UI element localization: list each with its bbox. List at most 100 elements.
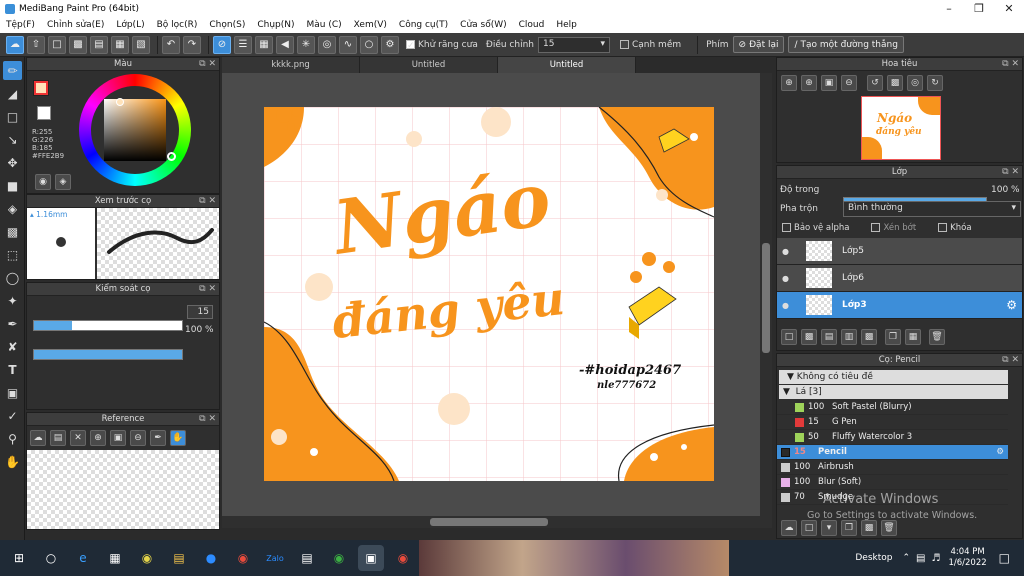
text-tool-icon[interactable]: T [3,360,22,379]
dot-tool-icon[interactable]: □ [3,107,22,126]
tab-untitled-1[interactable]: Untitled [360,57,498,73]
chrome-profile-icon[interactable]: ◉ [390,545,416,571]
brush-opacity-slider[interactable] [33,349,183,360]
tab-kkkk[interactable]: kkkk.png [222,57,360,73]
menu-edit[interactable]: Chỉnh sửa(E) [41,20,110,30]
vertical-scroll-thumb[interactable] [762,243,770,353]
panel-popout-icon[interactable]: ⧉ ✕ [1002,166,1019,178]
delete-layer-icon[interactable]: 🗑 [929,329,945,345]
reference-view[interactable] [27,450,219,529]
minimize-button[interactable]: – [934,2,964,15]
store-icon[interactable]: ▦ [102,545,128,571]
brush-folder-header[interactable]: ▼ Lá [3] [779,385,1008,399]
brush-tool-icon[interactable]: ✏ [3,61,22,80]
new-1bit-layer-icon[interactable]: ▥ [841,329,857,345]
hue-handle[interactable] [167,152,176,161]
eraser-tool-icon[interactable]: ◢ [3,84,22,103]
new-layer-icon[interactable]: □ [781,329,797,345]
flip-icon[interactable]: ▩ [887,75,903,91]
maximize-button[interactable]: ❐ [964,2,994,15]
menu-cloud[interactable]: Cloud [513,20,551,30]
tab-untitled-2[interactable]: Untitled [498,57,636,73]
move-tool-icon[interactable]: ✥ [3,153,22,172]
sharp-edges-checkbox[interactable] [619,39,629,49]
delete-brush-icon[interactable]: 🗑 [881,520,897,536]
reset-rotation-icon[interactable]: ◎ [907,75,923,91]
panel-popout-icon[interactable]: ⧉ ✕ [199,283,216,295]
menu-view[interactable]: Xem(V) [348,20,393,30]
visibility-icon[interactable]: ● [777,301,794,310]
select-eraser-icon[interactable]: ✘ [3,337,22,356]
cloud-icon[interactable]: ☁ [6,35,24,54]
menu-layer[interactable]: Lớp(L) [110,20,150,30]
shape-tool-icon[interactable]: ■ [3,176,22,195]
lasso-tool-icon[interactable]: ◯ [3,268,22,287]
visibility-icon[interactable]: ● [777,247,794,256]
windows-start-icon[interactable]: ⊞ [6,545,32,571]
add-brush-icon[interactable]: □ [801,520,817,536]
duplicate-layer-icon[interactable]: ❐ [885,329,901,345]
brush-item[interactable]: 100 Blur (Soft) [777,475,1008,490]
brush-folder-icon[interactable]: ▩ [861,520,877,536]
network-icon[interactable]: ▤ [916,553,925,564]
brush-size-field[interactable]: 15 [187,305,213,319]
hand-tool-icon[interactable]: ✋ [3,452,22,471]
horizontal-scroll-thumb[interactable] [430,518,548,526]
fit-icon[interactable]: ▣ [110,430,126,446]
clipping-toggle[interactable]: Xén bớt [871,223,916,233]
redo-icon[interactable]: ↷ [183,35,201,54]
circle-snap-icon[interactable]: ◎ [318,35,336,54]
edge-icon[interactable]: e [70,545,96,571]
brush-menu-icon[interactable]: ▾ [821,520,837,536]
grid-view-icon[interactable]: ▦ [111,35,129,54]
page-icon[interactable]: ▤ [90,35,108,54]
menu-help[interactable]: Help [550,20,583,30]
comment-icon[interactable]: □ [48,35,66,54]
menu-file[interactable]: Tệp(F) [0,20,41,30]
navigator-thumbnail[interactable]: Ngáo đáng yêu [861,96,941,160]
fit-icon[interactable]: ▣ [821,75,837,91]
layer-row[interactable]: ● Lớp6 [777,265,1022,292]
saturation-value-square[interactable] [104,99,166,161]
vertical-scrollbar[interactable] [760,73,772,516]
blend-mode-select[interactable]: Bình thường ▾ [843,201,1021,217]
lock-checkbox[interactable] [938,223,948,232]
layer-row[interactable]: ● Lớp5 [777,238,1022,265]
zoom-in-icon[interactable]: ⊕ [781,75,797,91]
antialias-checkbox[interactable]: ✓ [406,39,415,51]
perspective-snap-icon[interactable]: ◀ [276,35,294,54]
snap-off-icon[interactable]: ⊘ [213,35,231,54]
visibility-icon[interactable]: ● [777,274,794,283]
zoom-icon[interactable]: ● [198,545,224,571]
panel-popout-icon[interactable]: ⧉ ✕ [199,195,216,207]
color-handle[interactable] [116,98,124,106]
brush-item[interactable]: 15 G Pen [777,415,1008,430]
cloud-brush-icon[interactable]: ☁ [781,520,797,536]
brush-item[interactable]: 100 Soft Pastel (Blurry) [777,400,1008,415]
undo-icon[interactable]: ↶ [162,35,180,54]
zoom-fit-icon[interactable]: ⊕ [801,75,817,91]
protect-alpha-checkbox[interactable] [782,223,791,232]
correction-select[interactable]: 15 ▾ [537,36,610,53]
select-pen-icon[interactable]: ✒ [3,314,22,333]
horizontal-scrollbar[interactable] [222,516,772,528]
new-8bit-layer-icon[interactable]: ▤ [821,329,837,345]
eyedropper-icon[interactable]: ✓ [3,406,22,425]
zoom-out-icon[interactable]: ⊖ [841,75,857,91]
search-icon[interactable]: ○ [38,545,64,571]
volume-icon[interactable]: ♬ [932,553,941,564]
app-icon[interactable]: ◉ [134,545,160,571]
brush-item[interactable]: 100 Airbrush [777,460,1008,475]
new-halftone-layer-icon[interactable]: ▩ [801,329,817,345]
notification-icon[interactable]: □ [999,551,1010,565]
desktop-toolbar-label[interactable]: Desktop [855,553,892,563]
panel-popout-icon[interactable]: ⧉ ✕ [199,58,216,70]
hue-ring[interactable] [79,74,191,186]
tray-chevron-icon[interactable]: ⌃ [903,553,911,563]
fill-tool-icon[interactable]: ◈ [3,199,22,218]
file-explorer-icon[interactable]: ▤ [166,545,192,571]
divide-tool-icon[interactable]: ▣ [3,383,22,402]
panel-popout-icon[interactable]: ⧉ ✕ [1002,354,1019,366]
menu-snap[interactable]: Chụp(N) [251,20,300,30]
rotate-right-icon[interactable]: ↻ [927,75,943,91]
